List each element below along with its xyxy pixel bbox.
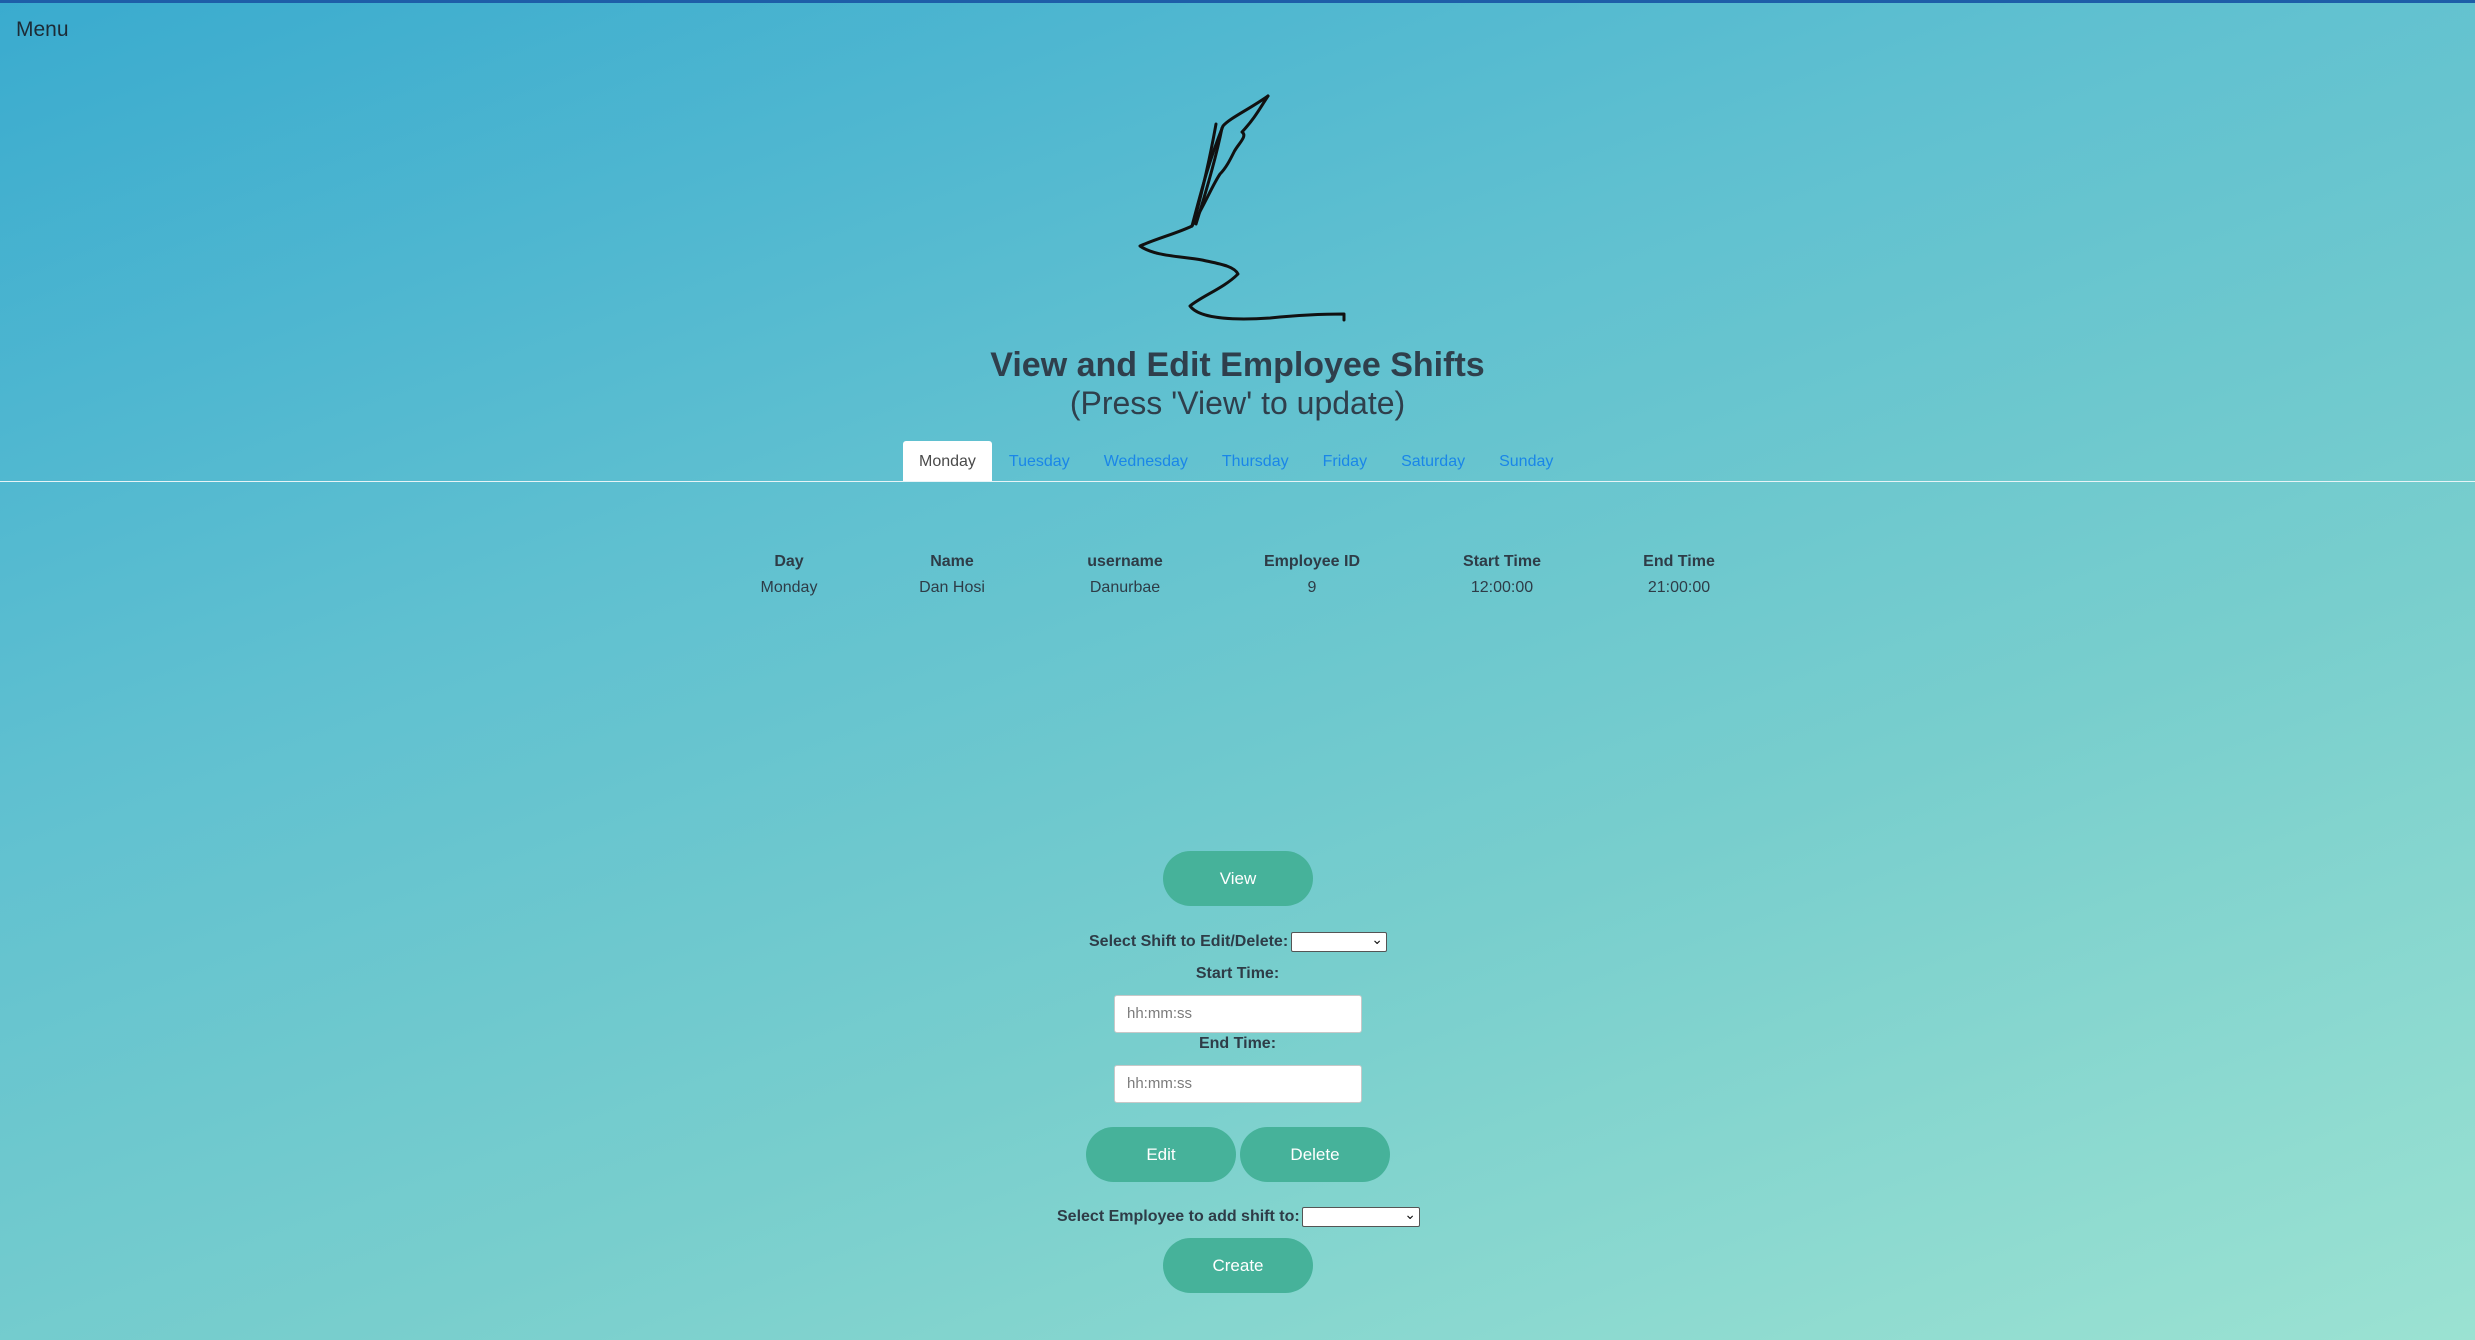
column-start-time: Start Time 12:00:00 <box>1402 549 1602 601</box>
chevron-down-icon: ⌄ <box>1371 931 1383 947</box>
tab-thursday[interactable]: Thursday <box>1205 441 1306 482</box>
tab-friday[interactable]: Friday <box>1306 441 1384 482</box>
tab-sunday[interactable]: Sunday <box>1482 441 1570 482</box>
select-employee-dropdown[interactable]: ⌄ <box>1302 1206 1420 1227</box>
header-employee-id: Employee ID <box>1263 553 1361 570</box>
create-button[interactable]: Create <box>1163 1238 1313 1293</box>
select-shift-dropdown[interactable]: ⌄ <box>1291 931 1387 952</box>
start-time-label: Start Time: <box>1195 965 1280 982</box>
chevron-down-icon: ⌄ <box>1404 1206 1416 1222</box>
header-start-time: Start Time <box>1463 553 1541 570</box>
tab-tuesday[interactable]: Tuesday <box>992 441 1087 482</box>
end-time-input[interactable]: hh:mm:ss <box>1114 1065 1362 1103</box>
start-time-input[interactable]: hh:mm:ss <box>1114 995 1362 1033</box>
column-employee-id: Employee ID 9 <box>1212 549 1412 601</box>
day-tabs: Monday Tuesday Wednesday Thursday Friday… <box>903 441 1570 482</box>
tab-saturday[interactable]: Saturday <box>1384 441 1482 482</box>
column-username: username Danurbae <box>1025 549 1225 601</box>
view-button[interactable]: View <box>1163 851 1313 906</box>
cell-employee-id: 9 <box>1307 579 1317 596</box>
select-shift-label: Select Shift to Edit/Delete: <box>1089 933 1289 950</box>
cell-username: Danurbae <box>1089 579 1161 596</box>
column-end-time: End Time 21:00:00 <box>1579 549 1779 601</box>
tab-divider <box>0 481 2475 482</box>
page-title: View and Edit Employee Shifts <box>990 346 1485 384</box>
cell-start-time: 12:00:00 <box>1470 579 1534 596</box>
tab-monday[interactable]: Monday <box>903 441 992 482</box>
end-time-label: End Time: <box>1198 1035 1277 1052</box>
menu-button[interactable]: Menu <box>16 18 69 42</box>
tab-wednesday[interactable]: Wednesday <box>1087 441 1205 482</box>
edit-button[interactable]: Edit <box>1086 1127 1236 1182</box>
delete-button[interactable]: Delete <box>1240 1127 1390 1182</box>
top-border <box>0 0 2475 3</box>
select-employee-label: Select Employee to add shift to: <box>1057 1208 1300 1225</box>
header-name: Name <box>930 553 974 570</box>
cell-end-time: 21:00:00 <box>1647 579 1711 596</box>
header-username: username <box>1087 553 1163 570</box>
column-name: Name Dan Hosi <box>852 549 1052 601</box>
page-subtitle: (Press 'View' to update) <box>1069 385 1406 421</box>
cell-name: Dan Hosi <box>919 579 985 596</box>
header-end-time: End Time <box>1643 553 1715 570</box>
quill-pen-logo <box>1138 94 1346 322</box>
